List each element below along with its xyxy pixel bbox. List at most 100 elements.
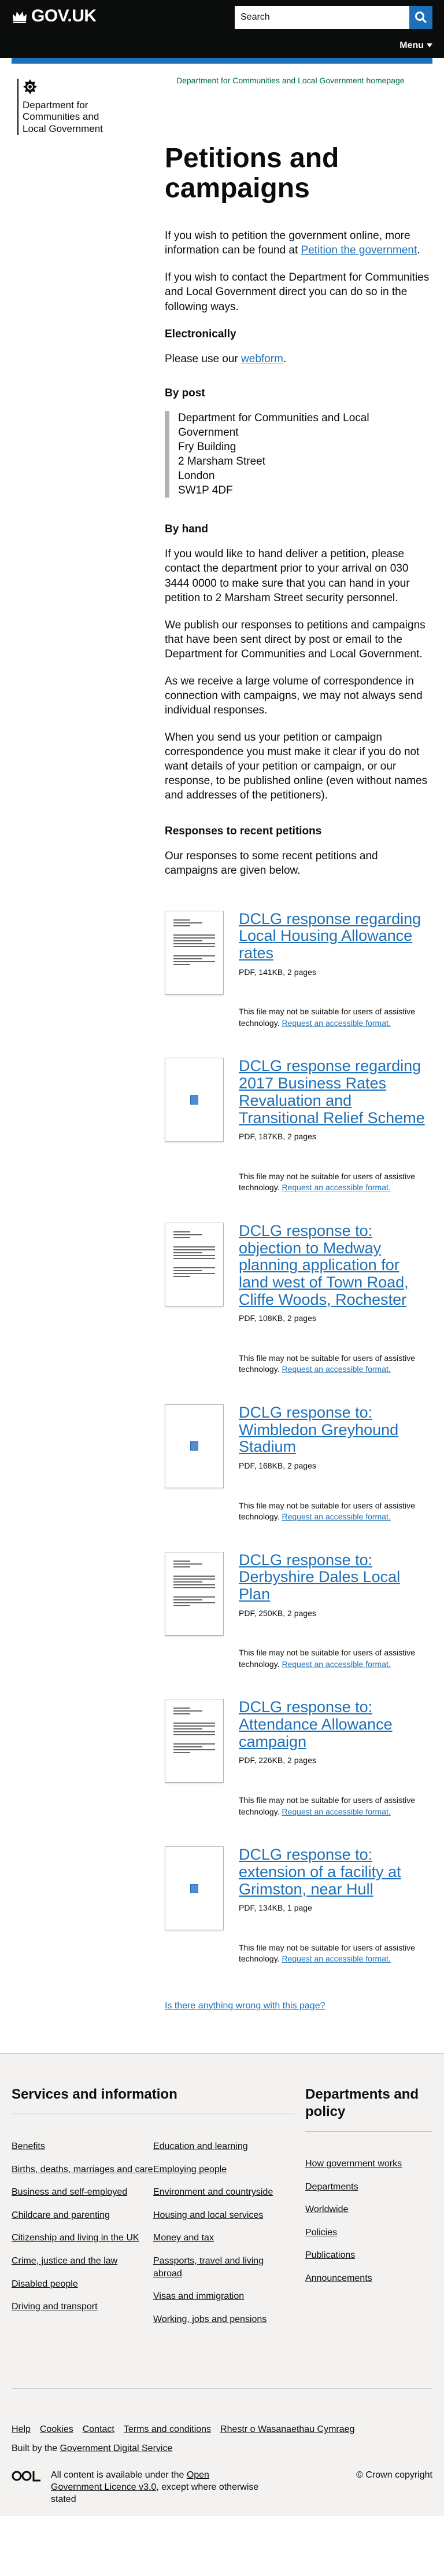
attachment-meta: PDF, 168KB, 2 pages: [239, 1461, 316, 1471]
topic-link[interactable]: Citizenship and living in the UK: [12, 2233, 139, 2243]
search-form: [235, 6, 432, 29]
report-problem-link[interactable]: Is there anything wrong with this page?: [165, 2001, 325, 2011]
intro-paragraph-2: If you wish to contact the Department fo…: [165, 271, 430, 313]
organisation-logo[interactable]: Department for Communities and Local Gov…: [17, 79, 121, 135]
attachment: DCLG response regarding 2017 Business Ra…: [165, 1037, 432, 1193]
accessibility-notice: This file may not be suitable for users …: [239, 1942, 432, 1965]
by-hand-paragraph-2: We publish our responses to petitions an…: [165, 619, 426, 660]
attachment-thumbnail-link[interactable]: [165, 910, 224, 1029]
topic-link[interactable]: Crime, justice and the law: [12, 2256, 117, 2266]
request-accessible-format-link[interactable]: Request an accessible format.: [282, 1364, 390, 1374]
attachment: DCLG response to: Wimbledon Greyhound St…: [165, 1384, 432, 1523]
services-heading: Services and information: [12, 2086, 295, 2114]
topic-item: Citizenship and living in the UK: [12, 2232, 153, 2244]
topic-link[interactable]: Passports, travel and living abroad: [153, 2256, 264, 2279]
crown-copyright-link[interactable]: © Crown copyright: [356, 2469, 432, 2481]
attachment-meta: PDF, 141KB, 2 pages: [239, 967, 316, 977]
request-accessible-format-link[interactable]: Request an accessible format.: [282, 1512, 390, 1521]
footer-meta-link[interactable]: Cookies: [40, 2423, 73, 2435]
webform-link[interactable]: webform: [241, 353, 283, 365]
attachment-title-link[interactable]: DCLG response to: extension of a facilit…: [239, 1846, 432, 1898]
topic-link[interactable]: Education and learning: [153, 2141, 248, 2151]
govuk-logo-link[interactable]: GOV.UK: [12, 5, 97, 28]
topic-item: Benefits: [12, 2140, 153, 2153]
topic-link[interactable]: Childcare and parenting: [12, 2210, 110, 2220]
topic-link[interactable]: Driving and transport: [12, 2302, 98, 2312]
attachment-title-link[interactable]: DCLG response to: Derbyshire Dales Local…: [239, 1551, 432, 1603]
search-button[interactable]: [409, 6, 432, 29]
department-link[interactable]: How government works: [305, 2159, 402, 2169]
footer-meta-links: Help Cookies Contact Terms and conditions Rh…: [12, 2423, 432, 2435]
org-homepage-link[interactable]: Department for Communities and Local Gov…: [165, 75, 432, 86]
licence: All content is available under the Open …: [12, 2469, 259, 2505]
postal-address: Department for Communities and Local Gov…: [165, 410, 432, 498]
attachment-thumbnail-link[interactable]: [165, 1222, 224, 1375]
search-input[interactable]: [235, 6, 409, 29]
attachment-thumbnail-link[interactable]: [165, 1699, 224, 1817]
department-link[interactable]: Publications: [305, 2250, 355, 2260]
main-wrapper: Department for Communities and Local Gov…: [12, 64, 432, 2053]
attachment-thumbnail-link[interactable]: [165, 1551, 224, 1670]
request-accessible-format-link[interactable]: Request an accessible format.: [282, 1018, 390, 1028]
topic-link[interactable]: Visas and immigration: [153, 2291, 244, 2301]
attachment-thumbnail-link[interactable]: [165, 1846, 224, 1965]
request-accessible-format-link[interactable]: Request an accessible format.: [282, 1954, 390, 1963]
request-accessible-format-link[interactable]: Request an accessible format.: [282, 1183, 390, 1192]
gds-link[interactable]: Government Digital Service: [60, 2443, 173, 2453]
department-item: Announcements: [305, 2272, 432, 2285]
topic-link[interactable]: Disabled people: [12, 2279, 78, 2289]
topic-link[interactable]: Money and tax: [153, 2233, 214, 2243]
department-item: Departments: [305, 2181, 432, 2194]
topic-link[interactable]: Benefits: [12, 2141, 45, 2151]
attachment-title-link[interactable]: DCLG response to: objection to Medway pl…: [239, 1222, 432, 1308]
department-item: Policies: [305, 2227, 432, 2239]
attachment-thumbnail: [165, 910, 224, 995]
attachment-title-link[interactable]: DCLG response regarding 2017 Business Ra…: [239, 1058, 432, 1127]
request-accessible-format-link[interactable]: Request an accessible format.: [282, 1807, 390, 1816]
attachment-meta: PDF, 226KB, 2 pages: [239, 1756, 316, 1765]
department-link[interactable]: Worldwide: [305, 2205, 348, 2214]
org-name-line3: Local Government: [23, 123, 103, 134]
main-content: Department for Communities and Local Gov…: [165, 64, 432, 2053]
by-hand-heading: By hand: [165, 523, 208, 536]
topic-item: Passports, travel and living abroad: [153, 2255, 295, 2280]
webform-punct: .: [283, 352, 287, 365]
petition-link[interactable]: Petition the government: [301, 244, 417, 256]
topic-link[interactable]: Working, jobs and pensions: [153, 2314, 267, 2324]
footer-meta-link[interactable]: Contact: [83, 2423, 114, 2435]
attachment-thumbnail: [165, 1699, 224, 1783]
topic-link[interactable]: Births, deaths, marriages and care: [12, 2165, 153, 2174]
request-accessible-format-link[interactable]: Request an accessible format.: [282, 1659, 390, 1669]
by-hand-paragraph-1: If you would like to hand deliver a peti…: [165, 548, 410, 604]
department-link[interactable]: Policies: [305, 2228, 337, 2238]
attachment: DCLG response to: objection to Medway pl…: [165, 1202, 432, 1375]
accessibility-notice: This file may not be suitable for users …: [239, 1171, 432, 1194]
search-icon: [415, 12, 427, 24]
footer-meta-link[interactable]: Help: [12, 2423, 31, 2435]
document-icon: [190, 1095, 198, 1105]
attachment-details: DCLG response to: objection to Medway pl…: [239, 1222, 432, 1375]
department-link[interactable]: Announcements: [305, 2273, 372, 2283]
attachment-title-link[interactable]: DCLG response regarding Local Housing Al…: [239, 910, 432, 962]
attachment-title-link[interactable]: DCLG response to: Attendance Allowance c…: [239, 1699, 432, 1750]
accessibility-notice: This file may not be suitable for users …: [239, 1353, 432, 1375]
footer-meta-link[interactable]: Rhestr o Wasanaethau Cymraeg: [220, 2423, 354, 2435]
topic-link[interactable]: Employing people: [153, 2165, 227, 2174]
attachment-thumbnail-link[interactable]: [165, 1058, 224, 1193]
topic-link[interactable]: Business and self-employed: [12, 2187, 127, 2197]
attachment-title-link[interactable]: DCLG response to: Wimbledon Greyhound St…: [239, 1404, 432, 1456]
department-link[interactable]: Departments: [305, 2182, 358, 2192]
topic-link[interactable]: Environment and countryside: [153, 2187, 273, 2197]
attachment: DCLG response to: Derbyshire Dales Local…: [165, 1532, 432, 1670]
royal-crest-icon: [23, 79, 37, 94]
attachment-thumbnail-link[interactable]: [165, 1404, 224, 1523]
attachment: DCLG response to: Attendance Allowance c…: [165, 1679, 432, 1817]
topic-item: Money and tax: [153, 2232, 295, 2244]
chevron-down-icon: [427, 43, 432, 48]
topic-link[interactable]: Housing and local services: [153, 2210, 263, 2220]
attachment-thumbnail: [165, 1222, 224, 1307]
footer-meta-link[interactable]: Terms and conditions: [124, 2423, 211, 2435]
accessibility-notice: This file may not be suitable for users …: [239, 1006, 432, 1029]
menu-toggle[interactable]: Menu: [399, 39, 432, 51]
topic-item: Education and learning: [153, 2140, 295, 2153]
